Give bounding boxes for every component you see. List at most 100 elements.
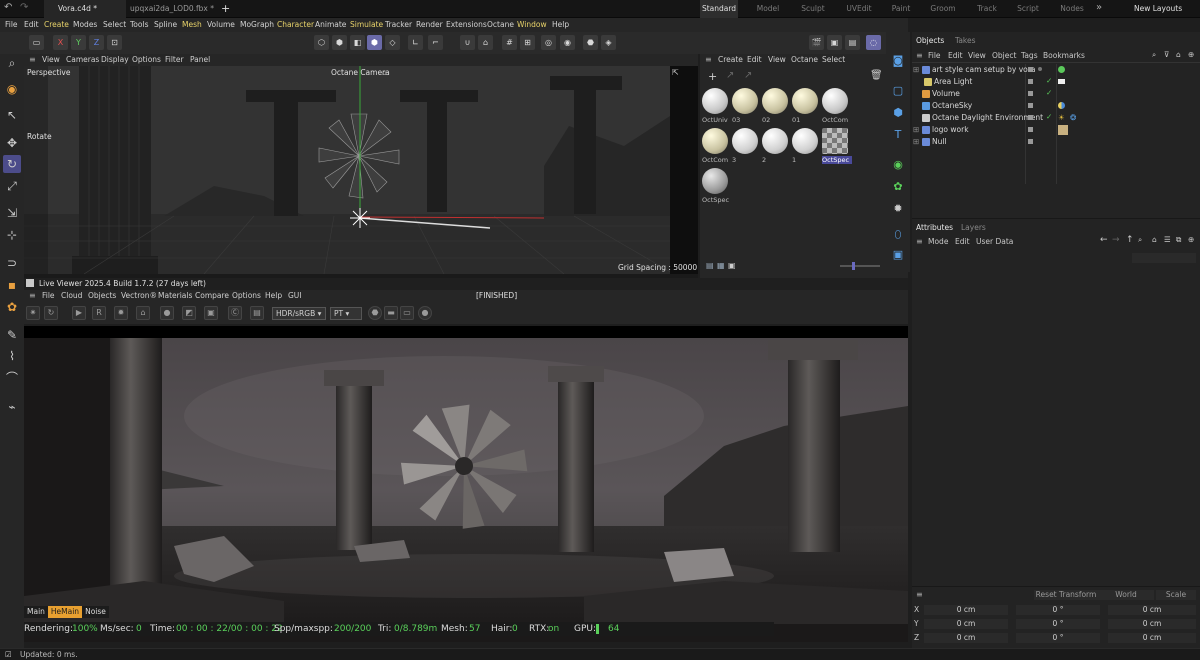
render-mode-select[interactable]: PT ▾	[330, 307, 362, 320]
zoom-slider[interactable]	[840, 265, 880, 267]
viewport-menu-icon[interactable]: ≡	[29, 55, 36, 64]
layout-model[interactable]: Model	[756, 0, 780, 18]
octane-settings-icon[interactable]: ◈	[601, 35, 616, 50]
object-row[interactable]: Volume ✓	[912, 88, 1200, 100]
rotation-x-field[interactable]: 0 °	[1016, 605, 1100, 615]
attr-menu-userdata[interactable]: User Data	[976, 237, 1013, 246]
octane-icon[interactable]: ⬣	[583, 35, 598, 50]
menu-mograph[interactable]: MoGraph	[240, 18, 274, 32]
position-y-field[interactable]: 0 cm	[924, 619, 1008, 629]
cube-icon[interactable]: ▢	[889, 82, 907, 100]
large-view-icon[interactable]: ▣	[728, 261, 736, 270]
tag-icon[interactable]	[1058, 66, 1065, 73]
lv-menu-help[interactable]: Help	[265, 290, 282, 302]
object-row[interactable]: ⊞ Null	[912, 136, 1200, 148]
attributes-field[interactable]	[1132, 253, 1196, 263]
obj-menu-file[interactable]: File	[928, 51, 941, 60]
stop-icon[interactable]: ⬣	[368, 306, 382, 320]
lv-menu-file[interactable]: File	[42, 290, 55, 302]
menu-character[interactable]: Character	[277, 18, 314, 32]
filter-icon[interactable]: ☰	[1164, 235, 1171, 244]
lock-icon[interactable]: ⌂	[136, 306, 150, 320]
tab-fbx[interactable]: upqxai2da_LOD0.fbx *	[116, 0, 216, 18]
vp-menu-filter[interactable]: Filter	[165, 54, 184, 66]
search-icon[interactable]: ⌕	[3, 54, 21, 72]
pen-icon[interactable]: ✎	[3, 326, 21, 344]
back-arrow-icon[interactable]: ←	[1100, 235, 1108, 245]
position-x-field[interactable]: 0 cm	[924, 605, 1008, 615]
texture-mode-icon[interactable]: ◧	[350, 35, 365, 50]
vp-menu-view[interactable]: View	[42, 54, 60, 66]
material-swatch[interactable]	[762, 88, 788, 114]
snap-tool-icon[interactable]: ⊹	[3, 226, 21, 244]
region-render-icon[interactable]: R	[92, 306, 106, 320]
render-pv-icon[interactable]: ▣	[827, 35, 842, 50]
solo-icon[interactable]: ◎	[541, 35, 556, 50]
grid-view-icon[interactable]: ▦	[717, 261, 725, 270]
axis-z-button[interactable]: Z	[89, 35, 104, 50]
text-icon[interactable]: T	[889, 126, 907, 144]
model-mode-icon[interactable]: ⬡	[314, 35, 329, 50]
lv-menu-vectron[interactable]: Vectron®	[121, 290, 157, 302]
menu-tools[interactable]: Tools	[130, 18, 148, 32]
render-settings-icon[interactable]: ▤	[845, 35, 860, 50]
grid-icon[interactable]: #	[502, 35, 517, 50]
lock-icon[interactable]: ⌂	[1152, 235, 1157, 244]
check-icon[interactable]: ✓	[1046, 75, 1052, 87]
material-swatch[interactable]	[702, 88, 728, 114]
object-row[interactable]: Octane Daylight Environment ✓ ☀ ❂	[912, 112, 1200, 124]
vp-menu-display[interactable]: Display	[101, 54, 129, 66]
solo-off-icon[interactable]: ◉	[560, 35, 575, 50]
material-swatch[interactable]	[792, 128, 818, 154]
menu-select[interactable]: Select	[103, 18, 126, 32]
menu-modes[interactable]: Modes	[73, 18, 97, 32]
tab-attributes[interactable]: Attributes	[916, 223, 953, 232]
check-icon[interactable]: ✓	[1046, 87, 1052, 99]
camera-icon[interactable]: ▣	[889, 246, 907, 264]
trash-icon[interactable]: 🗑	[870, 70, 883, 81]
material-swatch[interactable]	[732, 128, 758, 154]
size-x-field[interactable]: 0 cm	[1108, 605, 1196, 615]
move-icon[interactable]: ✥	[3, 134, 21, 152]
field-icon[interactable]: ⬯	[889, 226, 907, 244]
search-icon[interactable]: ⌕	[1152, 50, 1156, 60]
object-row[interactable]: ⊞ logo work	[912, 124, 1200, 136]
tab-vora-c4d[interactable]: Vora.c4d *	[44, 0, 126, 18]
axis-mode-icon[interactable]: ∟	[408, 35, 423, 50]
layout-track[interactable]: Track	[976, 0, 998, 18]
object-mode-icon[interactable]: ⬢	[332, 35, 347, 50]
obj-menu-tags[interactable]: Tags	[1021, 51, 1038, 60]
layout-standard[interactable]: Standard	[700, 0, 738, 18]
lock-icon[interactable]: ⌂	[478, 35, 493, 50]
menu-animate[interactable]: Animate	[315, 18, 346, 32]
material-swatch[interactable]	[732, 88, 758, 114]
menu-create[interactable]: Create	[44, 18, 69, 32]
axis-y-button[interactable]: Y	[71, 35, 86, 50]
material-pick-icon[interactable]: ◩	[182, 306, 196, 320]
tag-icon[interactable]	[1058, 79, 1065, 84]
search-icon[interactable]: ⌕	[1138, 235, 1142, 245]
coords-menu-icon[interactable]: ≡	[916, 590, 923, 599]
knife-icon[interactable]: ⌇	[3, 347, 21, 365]
add-material-icon[interactable]: +	[708, 70, 717, 83]
layout-sculpt[interactable]: Sculpt	[800, 0, 826, 18]
lv-menu-materials[interactable]: Materials	[158, 290, 192, 302]
layout-script[interactable]: Script	[1016, 0, 1040, 18]
pass-tab-hemain[interactable]: HeMain	[47, 606, 83, 618]
size-z-field[interactable]: 0 cm	[1108, 633, 1196, 643]
undo-icon[interactable]: ↶	[4, 2, 12, 13]
scale-icon[interactable]: ⤢	[3, 177, 21, 195]
snapshot-icon[interactable]: ▭	[400, 306, 414, 320]
position-z-field[interactable]: 0 cm	[924, 633, 1008, 643]
lv-menu-icon[interactable]: ≡	[29, 291, 36, 300]
attributes-menu-icon[interactable]: ≡	[916, 237, 923, 246]
object-row[interactable]: OctaneSky	[912, 100, 1200, 112]
more-icon[interactable]: »	[1096, 2, 1102, 13]
link-material-icon[interactable]: ↗	[726, 70, 734, 81]
expand-icon[interactable]: ⊕	[1188, 50, 1194, 59]
send-scene-icon[interactable]: ✷	[26, 306, 40, 320]
coord-system-icon[interactable]: ⊡	[107, 35, 122, 50]
rotate-icon[interactable]: ↻	[3, 155, 21, 173]
menu-volume[interactable]: Volume	[207, 18, 235, 32]
mat-menu-view[interactable]: View	[768, 54, 786, 66]
